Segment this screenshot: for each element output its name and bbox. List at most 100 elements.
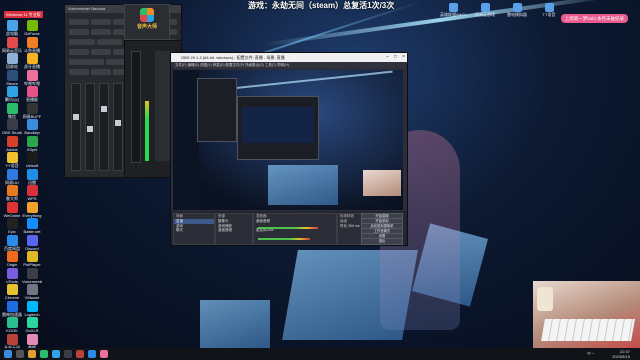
desktop-icon[interactable]: TT语音: [536, 3, 562, 17]
fader-handle[interactable]: [73, 114, 79, 120]
maximize-icon[interactable]: □: [394, 53, 397, 62]
desktop-icon[interactable]: Origin: [2, 251, 22, 267]
mixer-channel[interactable]: [85, 83, 95, 171]
obs-icon[interactable]: [64, 350, 72, 358]
obs-window[interactable]: OBS 29.1.3 (64-bit, windows) - 配置文件: 直播 …: [170, 52, 408, 246]
fader-handle[interactable]: [101, 106, 107, 112]
desktop-icon-label: Battle.net: [23, 229, 41, 234]
desktop-icon[interactable]: Battle.net: [22, 218, 42, 234]
app-icon: [6, 251, 18, 262]
file-explorer-icon[interactable]: [28, 350, 36, 358]
browser-icon[interactable]: [88, 350, 96, 358]
desktop-icon[interactable]: Everything: [22, 201, 42, 218]
desktop-icon[interactable]: 鲁大师: [2, 185, 22, 201]
desktop-icon[interactable]: GoXLR: [22, 317, 42, 333]
mixer-channel[interactable]: [99, 83, 109, 171]
desktop-icon[interactable]: 斗鱼直播: [22, 36, 42, 53]
taskbar-clock[interactable]: 22:37 2023/8/15: [612, 349, 630, 359]
app-icon: [26, 119, 38, 130]
desktop-icon[interactable]: WPS: [22, 185, 42, 201]
audio-mixer-dock[interactable]: 混音器 桌面音频 麦克风/Aux: [253, 213, 337, 245]
obs-preview[interactable]: [173, 70, 403, 210]
desktop-icon[interactable]: VMware: [22, 284, 42, 300]
app-icon: [26, 168, 38, 180]
transitions-dock[interactable]: 转场特效 淡出 时长 300 ms: [337, 213, 363, 245]
app-icon: [6, 69, 18, 81]
desktop-icon-label: 鲁大师: [6, 196, 18, 201]
desktop-icon[interactable]: YY语音: [2, 152, 22, 168]
desktop-icon[interactable]: Adobe: [2, 135, 22, 152]
qq-icon[interactable]: [52, 350, 60, 358]
app-icon: [6, 201, 18, 213]
wechat-icon[interactable]: [40, 350, 48, 358]
game-icon[interactable]: [76, 350, 84, 358]
obs-titlebar[interactable]: OBS 29.1.3 (64-bit, windows) - 配置文件: 直播 …: [171, 53, 407, 62]
desktop-icon[interactable]: 迅雷: [22, 168, 42, 185]
app-icon: [26, 251, 38, 262]
desktop-icon[interactable]: uTools: [2, 267, 22, 284]
app-icon: [26, 185, 38, 196]
app-logo-icon: [140, 8, 154, 22]
desktop-icon[interactable]: 哔哩哔哩: [22, 69, 42, 86]
exit-button[interactable]: 退出: [361, 238, 403, 245]
desktop-icon[interactable]: 网易BUFF: [22, 102, 42, 119]
scenes-dock[interactable]: 场景 直播 游戏 聊天: [173, 213, 215, 245]
fader-handle[interactable]: [115, 120, 121, 126]
desktop-icon[interactable]: 雷神加速器: [2, 300, 22, 317]
desktop-icon[interactable]: GeForce: [22, 20, 42, 36]
desktop-icon[interactable]: Epic: [2, 218, 22, 234]
desktop-icon[interactable]: Logitech: [22, 300, 42, 317]
desktop-icon[interactable]: Voicemeeter: [22, 267, 42, 284]
app-icon: [6, 53, 18, 64]
desktop-icon[interactable]: Ubisoft: [22, 152, 42, 168]
app-icon: [26, 36, 38, 48]
desktop-icon[interactable]: OBS Studio: [2, 119, 22, 135]
desktop-icon[interactable]: 百度网盘: [2, 234, 22, 251]
sources-dock[interactable]: 来源 摄像头 游戏捕获 桌面音频: [215, 213, 253, 245]
desktop-icon[interactable]: 网易UU: [2, 168, 22, 185]
desktop-icon[interactable]: 腾讯QQ: [2, 86, 22, 102]
app-icon: [6, 102, 18, 114]
app-icon: [26, 218, 38, 229]
desktop-icon[interactable]: PotPlayer: [22, 251, 42, 267]
desktop-icon[interactable]: XSplit: [22, 135, 42, 152]
desktop-icon[interactable]: 网易云游戏: [472, 3, 498, 17]
desktop-icon[interactable]: 英雄联盟WeGame: [440, 3, 466, 17]
system-tray[interactable]: 中 ^: [587, 351, 594, 357]
obs-menubar[interactable]: 文件(F) 编辑(E) 视图(V) 停靠(D) 配置文件(P) 场景集合(S) …: [171, 62, 407, 68]
scene-item[interactable]: 聊天: [174, 228, 214, 233]
obs-dock-area: 场景 直播 游戏 聊天 来源 摄像头 游戏捕获 桌面音频 混音器 桌面音频 麦克…: [171, 211, 407, 245]
close-icon[interactable]: ×: [402, 53, 405, 62]
source-item[interactable]: 桌面音频: [216, 228, 252, 233]
desktop-icon[interactable]: 网易云音乐: [2, 36, 22, 53]
webcam-keyboard: [541, 319, 635, 341]
fader-handle[interactable]: [87, 126, 93, 132]
desktop-icon[interactable]: 回收站: [2, 53, 22, 69]
desktop-icon[interactable]: 微信: [2, 102, 22, 119]
desktop-icon-label: 腾讯QQ: [4, 97, 20, 102]
app-icon: [6, 284, 18, 295]
desktop-icon-label: OBS Studio: [2, 130, 22, 135]
app-icon: [26, 201, 38, 213]
search-icon[interactable]: [16, 350, 24, 358]
desktop-icon[interactable]: WeGame: [2, 201, 22, 218]
desktop-icon[interactable]: 雷电模拟器: [504, 3, 530, 17]
app-icon: [6, 234, 18, 246]
transition-duration[interactable]: 时长 300 ms: [338, 224, 362, 229]
desktop-icon[interactable]: Chrome: [2, 284, 22, 300]
master-fader[interactable]: [131, 51, 141, 163]
mixer-channel[interactable]: [71, 83, 81, 171]
mixer-channel[interactable]: [113, 83, 123, 171]
app-icon: [26, 20, 38, 31]
start-icon[interactable]: [4, 350, 12, 358]
desktop-icon[interactable]: 虎牙直播: [22, 53, 42, 69]
desktop-icon-label: 哔哩哔哩: [24, 80, 40, 86]
desktop-icon[interactable]: Discord: [22, 234, 42, 251]
desktop-icon[interactable]: KOOK: [2, 317, 22, 333]
desktop-icon[interactable]: 直播姬: [22, 86, 42, 102]
desktop-icon[interactable]: 此电脑: [2, 20, 22, 36]
minimize-icon[interactable]: –: [386, 53, 389, 62]
bilibili-icon[interactable]: [100, 350, 108, 358]
desktop-icon[interactable]: Steam: [2, 69, 22, 86]
desktop-icon[interactable]: Bandizip: [22, 119, 42, 135]
